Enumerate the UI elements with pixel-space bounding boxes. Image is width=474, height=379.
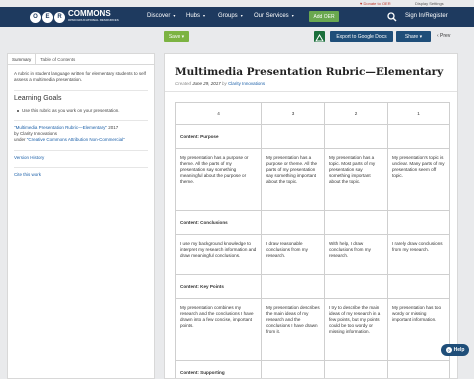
header-cell: 2 bbox=[324, 102, 388, 125]
rubric-header-row: 4 3 2 1 bbox=[175, 102, 450, 125]
section-blank bbox=[324, 124, 388, 149]
learning-goal-item: Use this rubric as you work on your pres… bbox=[8, 102, 154, 113]
rubric-cell: My presentation's topic is unclear. Many… bbox=[387, 148, 450, 211]
page-title: Multimedia Presentation Rubric—Elementar… bbox=[175, 66, 444, 78]
section-blank bbox=[387, 210, 450, 235]
citation: "Multimedia Presentation Rubric—Elementa… bbox=[8, 121, 154, 143]
section-blank bbox=[387, 360, 450, 378]
resource-description: A rubric in student language written for… bbox=[14, 71, 146, 82]
add-oer-button[interactable]: Add OER bbox=[309, 11, 339, 22]
rubric-cell: I try to describe the main ideas of my r… bbox=[324, 298, 388, 361]
save-button[interactable]: Save ▾ bbox=[164, 31, 189, 42]
chevron-down-icon: ▾ bbox=[203, 13, 206, 18]
divider bbox=[165, 91, 457, 92]
created-by: by bbox=[220, 81, 229, 86]
section-label: Content: Key Points bbox=[175, 274, 262, 299]
chevron-down-icon: ▾ bbox=[291, 13, 294, 18]
rubric-section-row: Content: Conclusions bbox=[175, 210, 450, 235]
google-drive-icon[interactable] bbox=[314, 31, 325, 42]
license-link[interactable]: "Creative Commons Attribution Non-Commer… bbox=[27, 137, 125, 142]
section-blank bbox=[261, 124, 325, 149]
oer-commons-logo[interactable]: O E R COMMONS OPEN EDUCATIONAL RESOURCES bbox=[30, 10, 119, 24]
rubric-cell: With help, I draw conclusions from my re… bbox=[324, 234, 388, 275]
nav-discover[interactable]: Discover ▾ bbox=[147, 13, 175, 19]
sidebar: Summary Table of Contents A rubric in st… bbox=[7, 53, 155, 379]
section-blank bbox=[324, 210, 388, 235]
section-label: Content: Conclusions bbox=[175, 210, 262, 235]
author-link[interactable]: Clarity Innovations bbox=[228, 81, 265, 86]
nav-groups-label: Groups bbox=[218, 13, 238, 19]
section-label: Content: Purpose bbox=[175, 124, 262, 149]
logo-letter: E bbox=[42, 11, 53, 23]
cite-this-work-link[interactable]: Cite this work bbox=[8, 168, 154, 177]
rubric-criteria-row: I use my background knowledge to interpr… bbox=[175, 234, 450, 275]
main-content: Multimedia Presentation Rubric—Elementar… bbox=[164, 53, 458, 379]
nav-our-services-label: Our Services bbox=[254, 13, 289, 19]
header-cell: 1 bbox=[387, 102, 450, 125]
created-date: June 29, 2017 bbox=[192, 81, 221, 86]
logo-letter: R bbox=[54, 11, 65, 23]
chevron-down-icon: ▾ bbox=[173, 13, 176, 18]
rubric-cell: I use my background knowledge to interpr… bbox=[175, 234, 262, 275]
rubric-cell: My presentation combines my research and… bbox=[175, 298, 262, 361]
tab-table-of-contents[interactable]: Table of Contents bbox=[36, 54, 79, 64]
rubric-cell: My presentation describes the main ideas… bbox=[261, 298, 325, 361]
search-icon[interactable] bbox=[387, 12, 397, 22]
logo-subtitle: OPEN EDUCATIONAL RESOURCES bbox=[68, 18, 119, 22]
rubric-cell: I draw reasonable conclusions from my re… bbox=[261, 234, 325, 275]
rubric-cell: My presentation has a topic. Most parts … bbox=[324, 148, 388, 211]
header-cell: 4 bbox=[175, 102, 262, 125]
resource-toolbar: Save ▾ Export to Google Docs Share ▾ ‹ P… bbox=[0, 27, 474, 46]
nav-discover-label: Discover bbox=[147, 13, 171, 19]
section-blank bbox=[324, 360, 388, 378]
header-cell: 3 bbox=[261, 102, 325, 125]
chevron-down-icon: ▾ bbox=[240, 13, 243, 18]
tab-summary[interactable]: Summary bbox=[8, 54, 37, 64]
rubric-criteria-row: My presentation has a purpose or theme. … bbox=[175, 148, 450, 211]
rubric-table: 4 3 2 1 Content: Purpose My presentation… bbox=[175, 102, 450, 378]
rubric-section-row: Content: Supporting bbox=[175, 360, 450, 378]
citation-year: 2017 bbox=[106, 125, 119, 130]
rubric-section-row: Content: Key Points bbox=[175, 274, 450, 299]
section-blank bbox=[261, 274, 325, 299]
section-blank bbox=[261, 210, 325, 235]
rubric-cell: I rarely draw conclusions from my resear… bbox=[387, 234, 450, 275]
section-blank bbox=[387, 274, 450, 299]
share-button[interactable]: Share ▾ bbox=[396, 31, 431, 42]
section-blank bbox=[261, 360, 325, 378]
main-navbar: O E R COMMONS OPEN EDUCATIONAL RESOURCES… bbox=[0, 7, 474, 27]
version-history-link[interactable]: Version History bbox=[8, 151, 154, 160]
logo-letter: O bbox=[30, 11, 41, 23]
citation-author: by Clarity Innovations bbox=[14, 131, 58, 136]
nav-groups[interactable]: Groups ▾ bbox=[218, 13, 243, 19]
rubric-section-row: Content: Purpose bbox=[175, 124, 450, 149]
donate-link[interactable]: ♥ Donate to OER bbox=[360, 1, 391, 6]
nav-hubs-label: Hubs bbox=[186, 13, 201, 19]
rubric-cell: My presentation has a purpose or theme. … bbox=[261, 148, 325, 211]
citation-title-link[interactable]: "Multimedia Presentation Rubric—Elementa… bbox=[14, 125, 107, 130]
prev-link[interactable]: ‹ Prev bbox=[437, 33, 450, 39]
nav-our-services[interactable]: Our Services ▾ bbox=[254, 13, 294, 19]
export-google-docs-button[interactable]: Export to Google Docs bbox=[330, 31, 393, 42]
nav-hubs[interactable]: Hubs ▾ bbox=[186, 13, 205, 19]
section-blank bbox=[387, 124, 450, 149]
section-label: Content: Supporting bbox=[175, 360, 262, 378]
help-label: Help bbox=[453, 347, 465, 353]
rubric-criteria-row: My presentation combines my research and… bbox=[175, 298, 450, 361]
section-blank bbox=[324, 274, 388, 299]
question-icon: ? bbox=[445, 347, 452, 353]
display-settings-link[interactable]: Display Settings bbox=[415, 1, 444, 6]
help-button[interactable]: ? Help bbox=[441, 344, 469, 356]
resource-meta: Created June 29, 2017 by Clarity Innovat… bbox=[175, 81, 265, 86]
logo-word: COMMONS OPEN EDUCATIONAL RESOURCES bbox=[68, 10, 119, 24]
sidebar-tabs: Summary Table of Contents bbox=[8, 54, 154, 65]
citation-under: under bbox=[14, 137, 27, 142]
utility-bar: ♥ Donate to OER Display Settings bbox=[0, 0, 474, 7]
created-prefix: Created bbox=[175, 81, 193, 86]
sign-in-register-link[interactable]: Sign In/Register bbox=[405, 13, 448, 19]
learning-goals-heading: Learning Goals bbox=[14, 95, 62, 102]
rubric-cell: My presentation has a purpose or theme. … bbox=[175, 148, 262, 211]
